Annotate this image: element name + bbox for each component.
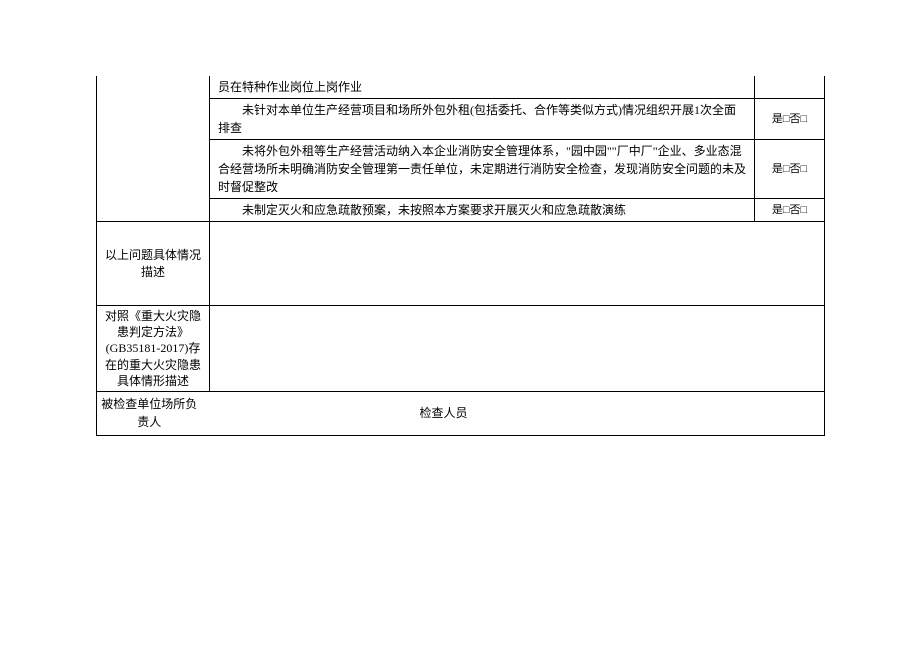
- sig-left-label: 被检查单位场所负责人: [97, 391, 210, 435]
- desc-label-1: 以上问题具体情况描述: [97, 222, 210, 306]
- sig-left-text: 被检查单位场所负责人: [101, 397, 197, 429]
- item-check: 是□否□: [755, 140, 825, 199]
- left-category-cell: [97, 76, 210, 222]
- form-table-wrapper: 员在特种作业岗位上岗作业 未针对本单位生产经营项目和场所外包外租(包括委托、合作…: [96, 76, 824, 436]
- sig-right-label: 检查人员: [210, 391, 825, 435]
- desc-label-2-line2: (GB35181-2017)存在的重大火灾隐患具体情形描述: [105, 341, 201, 387]
- item-text: 未将外包外租等生产经营活动纳入本企业消防安全管理体系，"园中园""厂中厂"企业、…: [210, 140, 755, 199]
- row-partial-top: 员在特种作业岗位上岗作业: [97, 76, 825, 99]
- row-description-1: 以上问题具体情况描述: [97, 222, 825, 306]
- item-text: 员在特种作业岗位上岗作业: [210, 76, 755, 99]
- item-check: 是□否□: [755, 99, 825, 140]
- desc-content-2[interactable]: [210, 306, 825, 392]
- desc-content-1[interactable]: [210, 222, 825, 306]
- item-check: [755, 76, 825, 99]
- desc-label-2: 对照《重大火灾隐患判定方法》 (GB35181-2017)存在的重大火灾隐患具体…: [97, 306, 210, 392]
- item-text: 未制定灭火和应急疏散预案，未按照本方案要求开展灭火和应急疏散演练: [210, 199, 755, 222]
- inspection-table: 员在特种作业岗位上岗作业 未针对本单位生产经营项目和场所外包外租(包括委托、合作…: [96, 76, 825, 436]
- sig-right-text: 检查人员: [420, 406, 468, 420]
- desc-label-2-line1: 对照《重大火灾隐患判定方法》: [105, 309, 201, 339]
- item-check: 是□否□: [755, 199, 825, 222]
- row-description-2: 对照《重大火灾隐患判定方法》 (GB35181-2017)存在的重大火灾隐患具体…: [97, 306, 825, 392]
- row-signatures: 被检查单位场所负责人 检查人员: [97, 391, 825, 435]
- item-text: 未针对本单位生产经营项目和场所外包外租(包括委托、合作等类似方式)情况组织开展1…: [210, 99, 755, 140]
